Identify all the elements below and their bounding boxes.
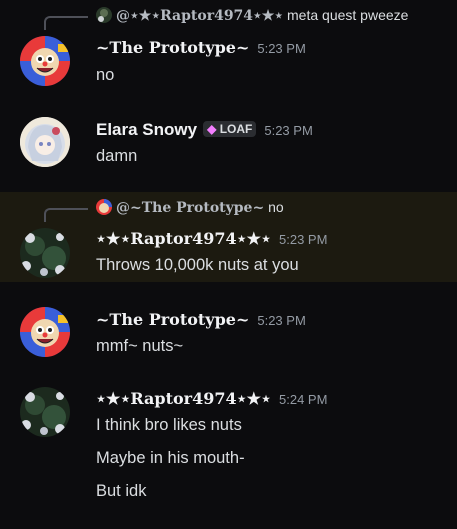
flowers-avatar[interactable] [20, 387, 70, 437]
timestamp: 5:23 PM [257, 41, 306, 56]
message-highlighted: @~The Prototype~ no ⋆★⋆Raptor4974⋆★⋆ 5:23… [0, 192, 457, 282]
author-name[interactable]: ⋆★⋆Raptor4974⋆★⋆ 5:24 PM [96, 389, 327, 408]
clown-avatar[interactable] [20, 36, 70, 86]
message-text: Throws 10,000k nuts at you [96, 256, 299, 274]
timestamp: 5:23 PM [264, 123, 313, 138]
reply-avatar [96, 199, 112, 215]
message: Elara Snowy ◆ LOAF 5:23 PM damn [0, 100, 457, 190]
role-badge[interactable]: ◆ LOAF [203, 121, 257, 137]
message: @⋆★⋆Raptor4974⋆★⋆ meta quest pweeze ~The… [0, 0, 457, 100]
message: ~The Prototype~ 5:23 PM mmf~ nuts~ [0, 290, 457, 370]
timestamp: 5:24 PM [279, 392, 328, 407]
timestamp: 5:23 PM [279, 232, 328, 247]
author-name[interactable]: ~The Prototype~ 5:23 PM [96, 38, 306, 57]
reply-author[interactable]: @⋆★⋆Raptor4974⋆★⋆ [116, 8, 283, 24]
message-text: mmf~ nuts~ [96, 337, 184, 355]
author-name[interactable]: ⋆★⋆Raptor4974⋆★⋆ 5:23 PM [96, 229, 327, 248]
reply-preview[interactable]: @⋆★⋆Raptor4974⋆★⋆ meta quest pweeze [96, 7, 408, 24]
reply-avatar [96, 7, 112, 23]
message-text: no [96, 66, 115, 84]
reply-preview[interactable]: @~The Prototype~ no [96, 199, 284, 216]
reply-text: meta quest pweeze [287, 7, 409, 23]
timestamp: 5:23 PM [257, 313, 306, 328]
message-text: damn [96, 147, 138, 165]
gem-icon: ◆ [207, 122, 217, 136]
message: ⋆★⋆Raptor4974⋆★⋆ 5:24 PM I think bro like… [0, 370, 457, 529]
message-text: I think bro likes nuts [96, 416, 242, 434]
author-name[interactable]: ~The Prototype~ 5:23 PM [96, 310, 306, 329]
anime-avatar[interactable] [20, 117, 70, 167]
reply-author[interactable]: @~The Prototype~ [116, 200, 264, 216]
reply-spine [44, 16, 88, 30]
reply-text: no [268, 199, 284, 215]
clown-avatar[interactable] [20, 307, 70, 357]
flowers-avatar[interactable] [20, 228, 70, 278]
reply-spine [44, 208, 88, 222]
message-text: Maybe in his mouth- [96, 449, 245, 467]
message-text: But idk [96, 482, 147, 500]
author-name[interactable]: Elara Snowy ◆ LOAF 5:23 PM [96, 120, 313, 140]
